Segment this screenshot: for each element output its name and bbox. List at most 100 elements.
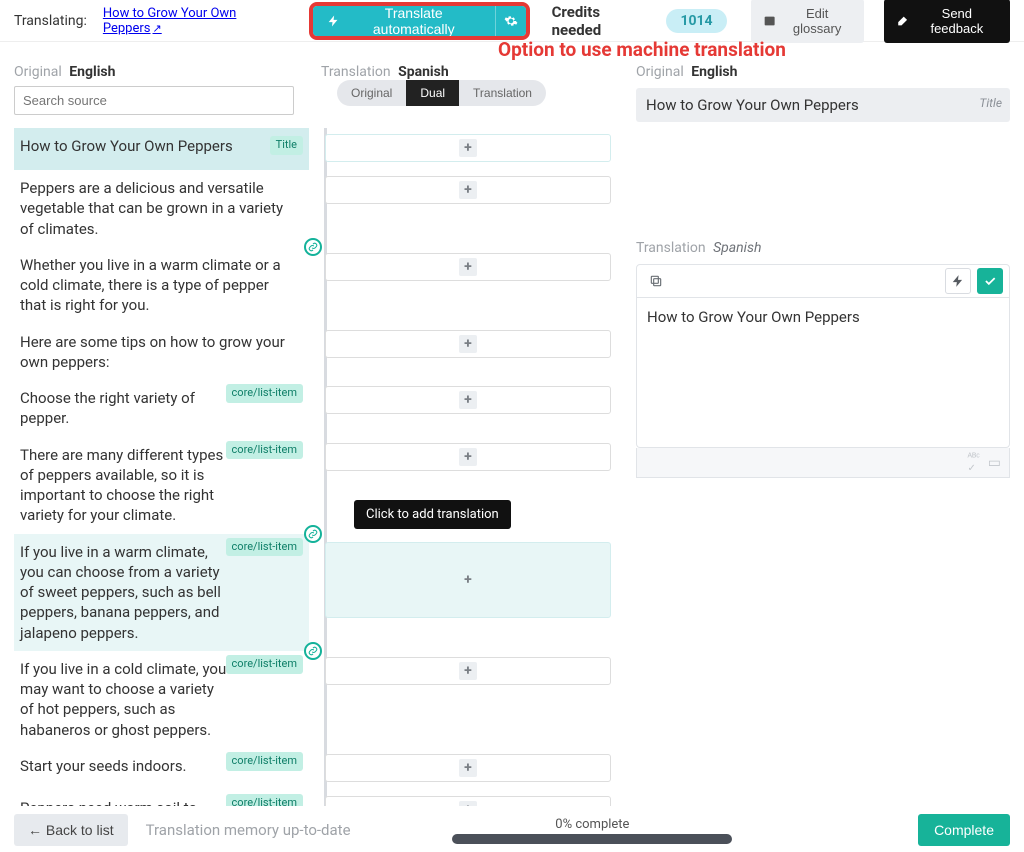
plus-icon: +: [459, 258, 477, 276]
link-icon[interactable]: [304, 525, 322, 543]
search-input[interactable]: [14, 86, 294, 115]
send-feedback-button[interactable]: Send feedback: [884, 0, 1010, 43]
toggle-translation[interactable]: Translation: [459, 80, 546, 106]
credits-badge: 1014: [666, 9, 726, 33]
plus-icon: +: [459, 759, 477, 777]
plus-icon: +: [459, 139, 477, 157]
segment-target: +: [319, 380, 614, 437]
edit-glossary-button[interactable]: Edit glossary: [751, 0, 865, 43]
segment-row[interactable]: Here are some tips on how to grow your o…: [14, 324, 614, 381]
lightning-icon: [951, 274, 965, 288]
target-head-lang: Spanish: [398, 64, 449, 80]
view-toggle: Original Dual Translation: [337, 80, 546, 106]
expand-icon[interactable]: ▭: [988, 455, 1001, 471]
segment-source[interactable]: There are many different types of pepper…: [14, 437, 309, 534]
segment-text: There are many different types of pepper…: [20, 445, 230, 526]
toggle-original[interactable]: Original: [337, 80, 406, 106]
copy-source-button[interactable]: [643, 268, 669, 294]
abc-icon[interactable]: ᴬᴮᶜ✓: [968, 452, 980, 474]
title-badge: Title: [270, 136, 303, 155]
progress-wrap: 0% complete: [452, 817, 732, 844]
plus-icon: +: [459, 801, 477, 806]
pencil-icon: [896, 14, 909, 28]
machine-translate-highlight: Translate automatically: [309, 2, 530, 40]
list-item-badge: core/list-item: [226, 538, 303, 557]
segment-source[interactable]: Here are some tips on how to grow your o…: [14, 324, 309, 381]
add-translation-box[interactable]: +: [325, 443, 611, 471]
gear-icon: [504, 14, 518, 28]
translate-settings-button[interactable]: [495, 6, 525, 36]
footer-bar: ← Back to list Translation memory up-to-…: [0, 808, 1024, 852]
link-icon[interactable]: [304, 238, 322, 256]
add-translation-box[interactable]: +: [325, 253, 611, 281]
plus-icon: +: [459, 571, 477, 589]
translate-automatically-button[interactable]: Translate automatically: [313, 6, 495, 36]
segment-source[interactable]: Start your seeds indoors.core/list-item: [14, 748, 309, 790]
glossary-icon: [763, 14, 776, 28]
segments-list: How to Grow Your Own PeppersTitle + Pepper…: [14, 128, 614, 806]
back-to-list-button[interactable]: ← Back to list: [14, 814, 128, 846]
copy-icon: [649, 274, 663, 288]
toggle-dual[interactable]: Dual: [406, 80, 459, 106]
preview-title-box: How to Grow Your Own Peppers Title: [636, 88, 1010, 122]
plus-icon: +: [459, 391, 477, 409]
add-translation-box[interactable]: +: [325, 386, 611, 414]
list-item-badge: core/list-item: [226, 655, 303, 674]
segment-source[interactable]: If you live in a cold climate, you may w…: [14, 651, 309, 748]
segment-row[interactable]: How to Grow Your Own PeppersTitle +: [14, 128, 614, 170]
segment-text: Choose the right variety of pepper.: [20, 388, 230, 429]
add-translation-box[interactable]: +: [325, 754, 611, 782]
segment-target: +: [319, 128, 614, 170]
preview-title-text: How to Grow Your Own Peppers: [646, 96, 859, 114]
list-item-badge: core/list-item: [226, 794, 303, 806]
add-translation-box[interactable]: +: [325, 796, 611, 806]
segment-text: Whether you live in a warm climate or a …: [20, 256, 281, 315]
external-link-icon: ↗: [153, 22, 162, 35]
memory-status: Translation memory up-to-date: [146, 821, 351, 839]
segment-source[interactable]: If you live in a warm climate, you can c…: [14, 534, 309, 651]
add-translation-box[interactable]: +: [325, 657, 611, 685]
list-item-badge: core/list-item: [226, 752, 303, 771]
complete-button[interactable]: Complete: [918, 814, 1010, 846]
segment-row[interactable]: Whether you live in a warm climate or a …: [14, 247, 614, 324]
add-translation-box[interactable]: +: [325, 176, 611, 204]
add-translation-box[interactable]: +: [325, 330, 611, 358]
segment-target: +: [319, 324, 614, 381]
add-translation-box[interactable]: +: [325, 542, 611, 618]
link-icon[interactable]: [304, 642, 322, 660]
preview-trans-head: Translation Spanish: [636, 240, 1010, 256]
segment-row[interactable]: There are many different types of pepper…: [14, 437, 614, 534]
list-item-badge: core/list-item: [226, 384, 303, 403]
segment-source[interactable]: Whether you live in a warm climate or a …: [14, 247, 309, 324]
segment-row[interactable]: Peppers are a delicious and versatile ve…: [14, 170, 614, 247]
preview-orig-label: Original: [636, 64, 684, 80]
segment-source[interactable]: Choose the right variety of pepper.core/…: [14, 380, 309, 437]
progress-bar: [452, 834, 732, 844]
segment-source[interactable]: How to Grow Your Own PeppersTitle: [14, 128, 309, 170]
segment-target: +: [319, 247, 614, 324]
plus-icon: +: [459, 662, 477, 680]
preview-trans-lang: Spanish: [713, 240, 761, 256]
credits-label: Credits needed: [552, 3, 649, 39]
segment-row[interactable]: Peppers need warm soil to germinate, so …: [14, 790, 614, 806]
segment-row[interactable]: Start your seeds indoors.core/list-item +: [14, 748, 614, 790]
target-head-label: Translation: [321, 64, 391, 80]
segment-row[interactable]: Choose the right variety of pepper.core/…: [14, 380, 614, 437]
preview-orig-lang: English: [691, 64, 737, 80]
preview-trans-body[interactable]: How to Grow Your Own Peppers: [636, 298, 1010, 448]
segment-text: Peppers need warm soil to germinate, so …: [20, 798, 230, 806]
confirm-translation-button[interactable]: [977, 268, 1003, 294]
mt-suggest-button[interactable]: [945, 268, 971, 294]
segment-target: +: [319, 170, 614, 247]
add-translation-box[interactable]: +: [325, 134, 611, 162]
segment-row[interactable]: If you live in a warm climate, you can c…: [14, 534, 614, 651]
segment-row[interactable]: If you live in a cold climate, you may w…: [14, 651, 614, 748]
segment-source[interactable]: Peppers need warm soil to germinate, so …: [14, 790, 309, 806]
segment-target: +: [319, 790, 614, 806]
lightning-icon: [327, 14, 340, 28]
segment-source[interactable]: Peppers are a delicious and versatile ve…: [14, 170, 309, 247]
translating-title-link[interactable]: How to Grow Your Own Peppers↗: [103, 6, 289, 36]
translating-label: Translating:: [14, 13, 87, 29]
preview-title-tag: Title: [979, 96, 1002, 110]
tooltip: Click to add translation: [354, 500, 511, 529]
